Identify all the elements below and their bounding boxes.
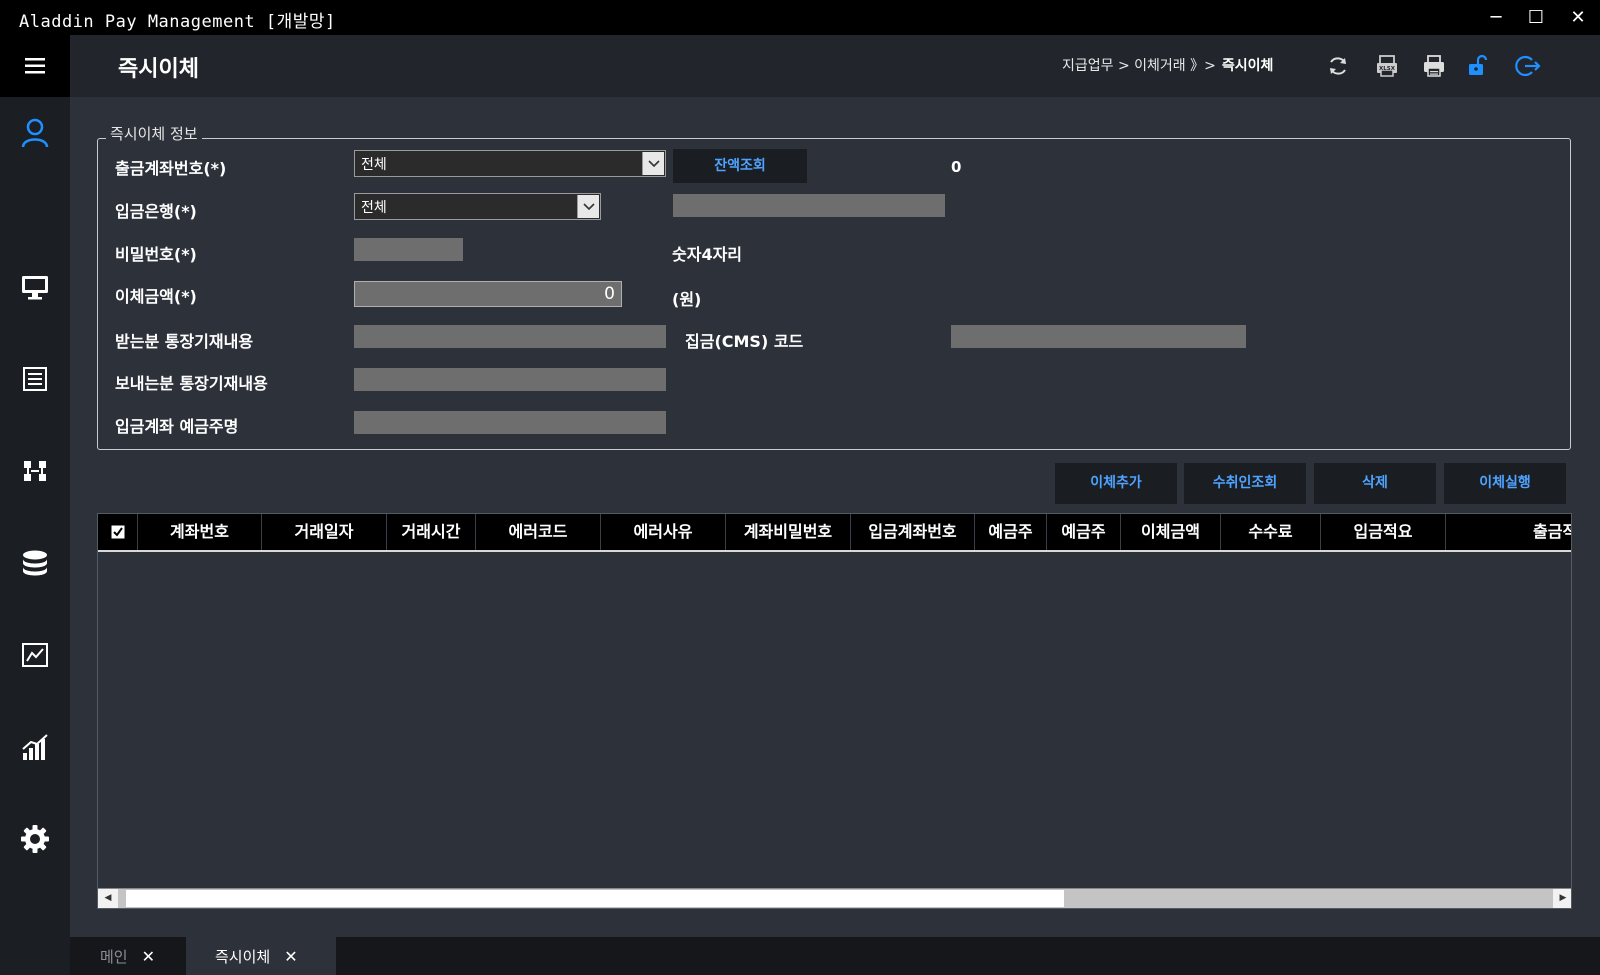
column-header[interactable]: 입금계좌번호: [851, 514, 975, 550]
logout-icon[interactable]: [1514, 52, 1542, 80]
tab-instant-transfer[interactable]: 즉시이체 ✕: [186, 937, 336, 975]
close-icon[interactable]: ✕: [1556, 0, 1600, 35]
chevron-down-icon: [642, 152, 664, 175]
transfer-icon[interactable]: [15, 451, 55, 491]
transfer-grid: 계좌번호 거래일자 거래시간 에러코드 에러사유 계좌비밀번호 입금계좌번호 예…: [97, 513, 1572, 909]
svg-text:XLSX: XLSX: [1379, 66, 1396, 72]
main-content: 즉시이체 정보 출금계좌번호(*) 전체 잔액조회 0 입금은행(*) 전체 비…: [70, 97, 1600, 937]
withdraw-account-label: 출금계좌번호(*): [115, 159, 227, 178]
execute-transfer-button[interactable]: 이체실행: [1444, 463, 1566, 504]
refresh-icon[interactable]: [1324, 52, 1352, 80]
tab-label: 즉시이체: [215, 947, 271, 966]
print-icon[interactable]: [1420, 52, 1448, 80]
panel-legend: 즉시이체 정보: [106, 123, 202, 144]
depositor-name-input[interactable]: [354, 411, 666, 434]
column-header[interactable]: 예금주: [1047, 514, 1121, 550]
list-icon[interactable]: [15, 359, 55, 399]
unlock-icon[interactable]: [1464, 52, 1492, 80]
amount-unit: (원): [672, 290, 702, 309]
breadcrumb: 지급업무 > 이체거래 》> 즉시이체: [1062, 55, 1273, 75]
breadcrumb-current: 즉시이체: [1221, 58, 1274, 74]
monitor-icon[interactable]: [15, 267, 55, 307]
window-titlebar: Aladdin Pay Management [개발망] ─ ☐ ✕: [0, 0, 1600, 35]
deposit-account-input[interactable]: [673, 194, 945, 217]
column-header[interactable]: 계좌번호: [138, 514, 262, 550]
scrollbar-thumb[interactable]: [126, 890, 1064, 907]
hamburger-menu-icon[interactable]: [0, 35, 70, 97]
column-header[interactable]: 계좌비밀번호: [726, 514, 851, 550]
database-icon[interactable]: [15, 543, 55, 583]
amount-input[interactable]: 0: [354, 281, 622, 307]
bar-chart-icon[interactable]: [15, 727, 55, 767]
column-header-label: 출금적: [1533, 522, 1571, 541]
deposit-bank-label: 입금은행(*): [115, 202, 197, 221]
maximize-icon[interactable]: ☐: [1514, 0, 1558, 35]
cms-code-input[interactable]: [951, 325, 1246, 348]
delete-button[interactable]: 삭제: [1314, 463, 1436, 504]
column-header[interactable]: 거래일자: [262, 514, 387, 550]
sender-memo-label: 보내는분 통장기재내용: [115, 374, 268, 393]
withdraw-account-select[interactable]: 전체: [354, 150, 666, 177]
balance-inquiry-button[interactable]: 잔액조회: [673, 149, 807, 183]
deposit-bank-select[interactable]: 전체: [354, 193, 601, 220]
close-icon[interactable]: ✕: [284, 947, 297, 966]
horizontal-scrollbar[interactable]: ◀ ▶: [98, 888, 1571, 908]
receiver-memo-label: 받는분 통장기재내용: [115, 332, 254, 351]
column-header[interactable]: 거래시간: [387, 514, 476, 550]
tab-main[interactable]: 메인 ✕: [100, 937, 184, 975]
password-hint: 숫자4자리: [672, 245, 743, 264]
breadcrumb-path[interactable]: 지급업무 > 이체거래 》>: [1062, 58, 1216, 74]
column-header[interactable]: 예금주: [975, 514, 1047, 550]
password-input[interactable]: [354, 238, 463, 261]
balance-value: 0: [951, 158, 962, 176]
password-label: 비밀번호(*): [115, 245, 197, 264]
column-header[interactable]: 에러사유: [601, 514, 726, 550]
amount-label: 이체금액(*): [115, 287, 197, 306]
grid-header: 계좌번호 거래일자 거래시간 에러코드 에러사유 계좌비밀번호 입금계좌번호 예…: [98, 514, 1571, 552]
page-title: 즉시이체: [118, 57, 199, 82]
select-all-checkbox[interactable]: [98, 514, 138, 550]
tab-bar: 메인 ✕ 즉시이체 ✕: [70, 937, 1600, 975]
sidebar: [0, 35, 70, 975]
excel-icon[interactable]: XLSX: [1373, 52, 1401, 80]
deposit-bank-value: 전체: [361, 200, 387, 216]
receiver-memo-input[interactable]: [354, 325, 666, 348]
withdraw-account-value: 전체: [361, 157, 387, 173]
gear-icon[interactable]: [15, 819, 55, 859]
transfer-info-panel: [97, 138, 1571, 450]
column-header[interactable]: 출금적: [1446, 514, 1571, 550]
minimize-icon[interactable]: ─: [1474, 0, 1518, 35]
user-icon[interactable]: [15, 113, 55, 153]
scroll-left-icon[interactable]: ◀: [98, 889, 118, 908]
sender-memo-input[interactable]: [354, 368, 666, 391]
add-transfer-button[interactable]: 이체추가: [1055, 463, 1177, 504]
window-title: Aladdin Pay Management [개발망]: [19, 12, 336, 32]
depositor-name-label: 입금계좌 예금주명: [115, 417, 239, 436]
scroll-right-icon[interactable]: ▶: [1553, 889, 1571, 908]
chevron-down-icon: [577, 195, 599, 218]
cms-code-label: 집금(CMS) 코드: [685, 332, 804, 351]
column-header[interactable]: 수수료: [1221, 514, 1321, 550]
line-chart-icon[interactable]: [15, 635, 55, 675]
page-header: 즉시이체 지급업무 > 이체거래 》> 즉시이체 XLSX: [70, 35, 1600, 97]
recipient-lookup-button[interactable]: 수취인조회: [1184, 463, 1306, 504]
column-header[interactable]: 입금적요: [1321, 514, 1446, 550]
close-icon[interactable]: ✕: [142, 947, 155, 966]
column-header[interactable]: 이체금액: [1121, 514, 1221, 550]
tab-label: 메인: [100, 947, 128, 966]
column-header[interactable]: 에러코드: [476, 514, 601, 550]
